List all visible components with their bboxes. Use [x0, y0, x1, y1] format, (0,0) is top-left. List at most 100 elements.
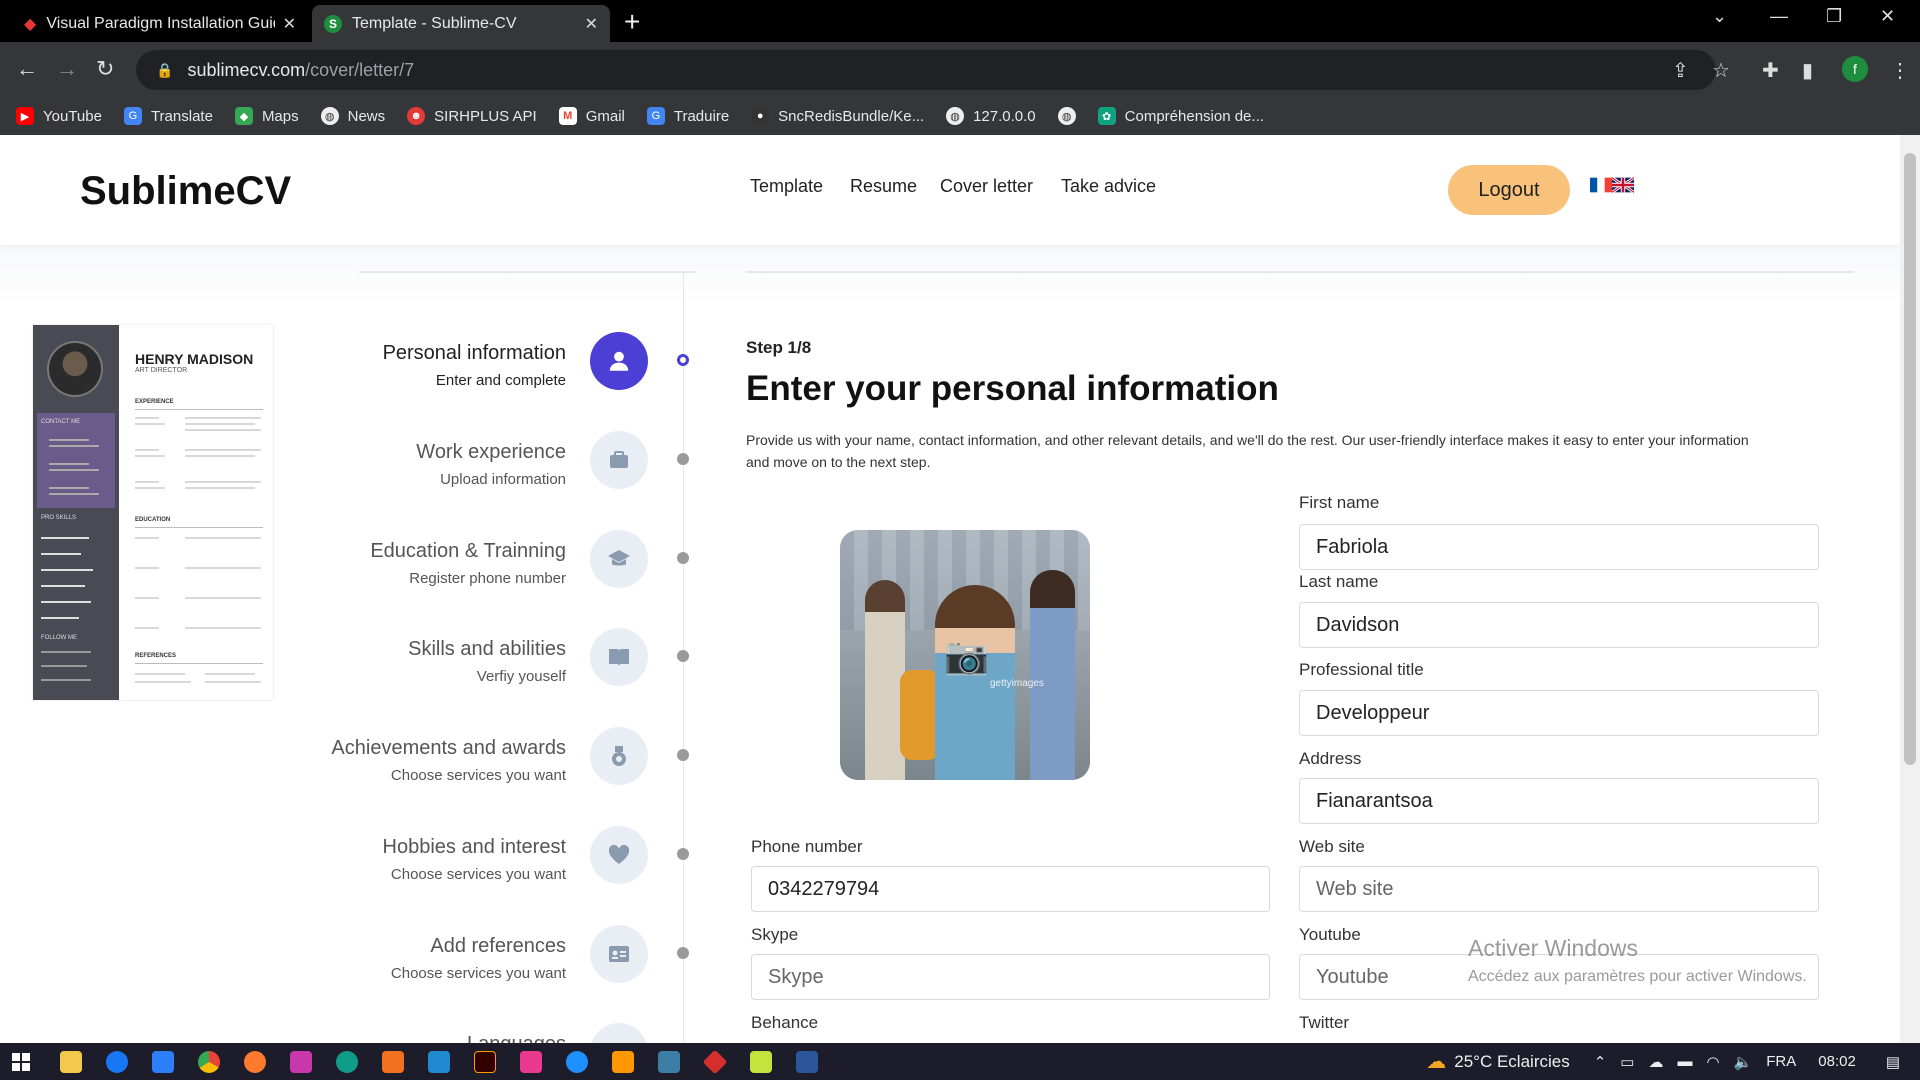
timeline-dot: [677, 947, 689, 959]
globe-icon: ◍: [946, 107, 965, 125]
language-indicator[interactable]: FRA: [1766, 1053, 1796, 1070]
edge-icon[interactable]: [336, 1051, 358, 1073]
profile-photo-upload[interactable]: 📷 gettyimages: [840, 530, 1090, 780]
menu-kebab-icon[interactable]: ⋮: [1890, 58, 1910, 83]
bookmark-comprehension[interactable]: ✿ Compréhension de...: [1097, 107, 1264, 125]
mail-icon[interactable]: [152, 1051, 174, 1073]
network-icon[interactable]: ▭: [1620, 1053, 1634, 1071]
website-input[interactable]: [1299, 866, 1819, 912]
photo-person: [865, 580, 905, 780]
volume-icon[interactable]: 🔈: [1734, 1053, 1753, 1071]
bookmarks-bar: ▶ YouTube G Translate ◆ Maps ◍ News ☻ SIRHPLU…: [0, 97, 1920, 135]
first-name-input[interactable]: [1299, 524, 1819, 570]
indesign-icon[interactable]: [520, 1051, 542, 1073]
restore-icon[interactable]: ❐: [1826, 6, 1842, 27]
share-icon[interactable]: ⇪: [1672, 58, 1689, 83]
battery-icon[interactable]: ▬: [1677, 1053, 1692, 1070]
cv-template-preview[interactable]: CONTACT ME PRO SKILLS FOLLOW ME HENRY MA…: [33, 325, 273, 700]
minimize-icon[interactable]: —: [1770, 6, 1788, 27]
profile-avatar[interactable]: f: [1842, 56, 1868, 82]
side-panel-icon[interactable]: ▮: [1802, 58, 1813, 83]
logout-button[interactable]: Logout: [1448, 165, 1570, 215]
language-switcher[interactable]: [1590, 177, 1634, 193]
browser-tab-active[interactable]: S Template - Sublime-CV ✕: [312, 5, 610, 42]
bookmark-youtube[interactable]: ▶ YouTube: [16, 107, 102, 125]
chevron-up-icon[interactable]: ⌃: [1594, 1053, 1607, 1071]
windows-start-icon[interactable]: [12, 1053, 30, 1071]
onedrive-cloud-icon[interactable]: ☁: [1648, 1053, 1663, 1071]
close-tab-icon[interactable]: ✕: [585, 14, 598, 34]
reload-icon[interactable]: ↻: [96, 56, 114, 82]
bookmark-news[interactable]: ◍ News: [320, 107, 385, 125]
graduation-cap-icon: [590, 530, 648, 588]
vscode-icon[interactable]: [428, 1051, 450, 1073]
back-arrow-icon[interactable]: ←: [16, 56, 38, 82]
sublime-text-icon[interactable]: [612, 1051, 634, 1073]
phpstorm-icon[interactable]: [290, 1051, 312, 1073]
step-languages[interactable]: Languages: [290, 1023, 648, 1043]
bookmark-globe[interactable]: ◍: [1057, 107, 1076, 125]
last-name-label: Last name: [1299, 572, 1379, 591]
step-subtitle: Enter and complete: [435, 372, 566, 389]
step-title: Work experience: [416, 441, 566, 463]
weather-text[interactable]: 25°C Eclaircies: [1454, 1052, 1569, 1072]
browser-tab[interactable]: ◆ Visual Paradigm Installation Guid ✕: [12, 5, 308, 42]
step-skills[interactable]: Skills and abilities Verfiy youself: [290, 628, 648, 698]
skype-input[interactable]: [751, 954, 1270, 1000]
book-icon: [590, 628, 648, 686]
forward-arrow-icon[interactable]: →: [56, 56, 78, 82]
wifi-icon[interactable]: ◠: [1706, 1053, 1719, 1071]
close-tab-icon[interactable]: ✕: [283, 14, 296, 34]
bookmark-maps[interactable]: ◆ Maps: [234, 107, 299, 125]
nav-template[interactable]: Template: [750, 176, 823, 197]
bookmark-star-icon[interactable]: ☆: [1712, 58, 1730, 83]
terminal-icon[interactable]: [658, 1051, 680, 1073]
page-scrollbar[interactable]: [1900, 135, 1920, 1043]
uk-flag-icon[interactable]: [1612, 177, 1634, 193]
cv-section-heading: EXPERIENCE: [135, 399, 174, 405]
word-icon[interactable]: [796, 1051, 818, 1073]
bookmark-localhost[interactable]: ◍ 127.0.0.0: [946, 107, 1036, 125]
nav-take-advice[interactable]: Take advice: [1061, 176, 1156, 197]
camera-icon[interactable]: 📷: [944, 635, 989, 677]
step-education[interactable]: Education & Trainning Register phone num…: [290, 530, 648, 600]
step-hobbies[interactable]: Hobbies and interest Choose services you…: [290, 826, 648, 896]
media-player-icon[interactable]: [750, 1051, 772, 1073]
new-tab-plus-icon[interactable]: +: [624, 6, 640, 38]
clock[interactable]: 08:02: [1818, 1053, 1856, 1070]
docker-icon[interactable]: [566, 1051, 588, 1073]
step-achievements[interactable]: Achievements and awards Choose services …: [290, 727, 648, 797]
step-personal-information[interactable]: Personal information Enter and complete: [290, 332, 648, 402]
visual-paradigm-icon[interactable]: [702, 1049, 728, 1075]
step-work-experience[interactable]: Work experience Upload information: [290, 431, 648, 501]
address-bar[interactable]: 🔒 sublimecv.com/cover/letter/7: [136, 50, 1716, 90]
address-input[interactable]: [1299, 778, 1819, 824]
scrollbar-thumb[interactable]: [1904, 153, 1916, 765]
postman-icon[interactable]: [244, 1051, 266, 1073]
xampp-icon[interactable]: [382, 1051, 404, 1073]
chrome-icon[interactable]: [198, 1051, 220, 1073]
phone-label: Phone number: [751, 837, 863, 856]
facebook-icon[interactable]: [106, 1051, 128, 1073]
professional-title-input[interactable]: [1299, 690, 1819, 736]
bookmark-translate[interactable]: G Translate: [123, 107, 213, 125]
timeline-dot: [677, 552, 689, 564]
step-references[interactable]: Add references Choose services you want: [290, 925, 648, 995]
nav-cover-letter[interactable]: Cover letter: [940, 176, 1033, 197]
close-window-icon[interactable]: ✕: [1880, 6, 1895, 27]
bookmark-traduire[interactable]: G Traduire: [646, 107, 729, 125]
nav-resume[interactable]: Resume: [850, 176, 917, 197]
cv-sidebar: CONTACT ME PRO SKILLS FOLLOW ME: [33, 325, 119, 700]
french-flag-icon[interactable]: [1590, 177, 1612, 193]
site-logo[interactable]: SublimeCV: [80, 169, 291, 214]
bookmark-sirhplus[interactable]: ☻ SIRHPLUS API: [407, 107, 537, 125]
illustrator-icon[interactable]: [474, 1051, 496, 1073]
file-explorer-icon[interactable]: [60, 1051, 82, 1073]
bookmark-sncredis[interactable]: ● SncRedisBundle/Ke...: [751, 107, 924, 125]
extensions-puzzle-icon[interactable]: ✚: [1762, 58, 1779, 83]
tab-search-chevron-icon[interactable]: ⌄: [1712, 6, 1727, 27]
notification-icon[interactable]: ▤: [1886, 1053, 1900, 1071]
bookmark-gmail[interactable]: M Gmail: [558, 107, 625, 125]
phone-input[interactable]: [751, 866, 1270, 912]
last-name-input[interactable]: [1299, 602, 1819, 648]
